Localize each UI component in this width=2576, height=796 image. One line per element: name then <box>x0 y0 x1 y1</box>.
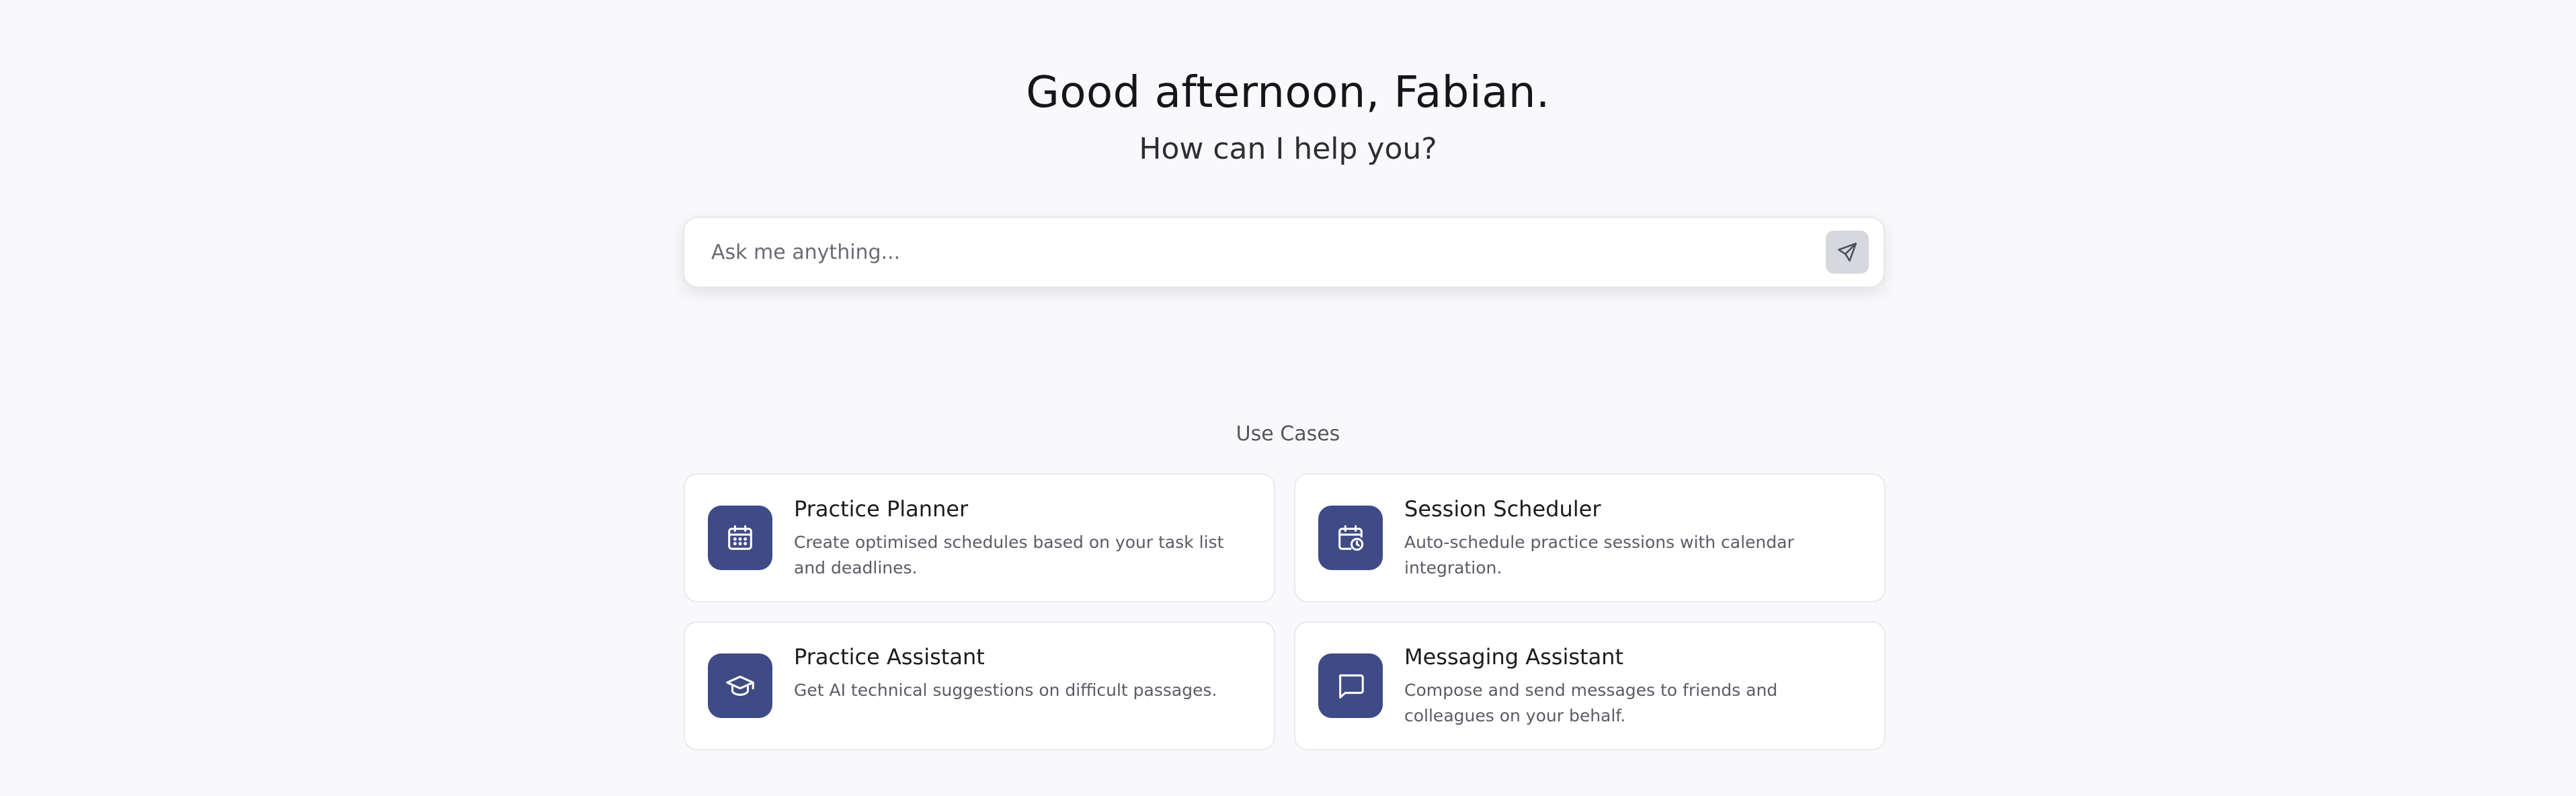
card-description: Get AI technical suggestions on difficul… <box>794 680 1217 700</box>
greeting-title: Good afternoon, Fabian. <box>1026 68 1550 118</box>
use-case-card-practice-assistant[interactable]: Practice Assistant Get AI technical sugg… <box>684 621 1275 750</box>
send-icon <box>1837 242 1857 262</box>
card-description: Create optimised schedules based on your… <box>794 532 1224 578</box>
card-description: Auto-schedule practice sessions with cal… <box>1404 532 1794 578</box>
message-icon <box>1318 653 1383 718</box>
use-case-card-session-scheduler[interactable]: Session Scheduler Auto-schedule practice… <box>1294 473 1886 602</box>
home-page: Good afternoon, Fabian. How can I help y… <box>0 0 2576 796</box>
card-title: Practice Planner <box>794 496 969 522</box>
send-button[interactable] <box>1826 231 1869 274</box>
use-case-card-practice-planner[interactable]: Practice Planner Create optimised schedu… <box>684 473 1275 602</box>
card-description: Compose and send messages to friends and… <box>1404 680 1778 725</box>
card-title: Practice Assistant <box>794 644 985 670</box>
greeting-subtitle: How can I help you? <box>1139 132 1437 166</box>
graduation-cap-icon <box>708 653 772 718</box>
card-title: Session Scheduler <box>1404 496 1601 522</box>
use-case-card-messaging-assistant[interactable]: Messaging Assistant Compose and send mes… <box>1294 621 1886 750</box>
search-input[interactable] <box>710 239 1826 265</box>
calendar-icon <box>708 506 772 570</box>
card-title: Messaging Assistant <box>1404 644 1623 670</box>
search-bar <box>683 216 1885 288</box>
calendar-clock-icon <box>1318 506 1383 570</box>
use-cases-heading: Use Cases <box>1236 422 1340 446</box>
